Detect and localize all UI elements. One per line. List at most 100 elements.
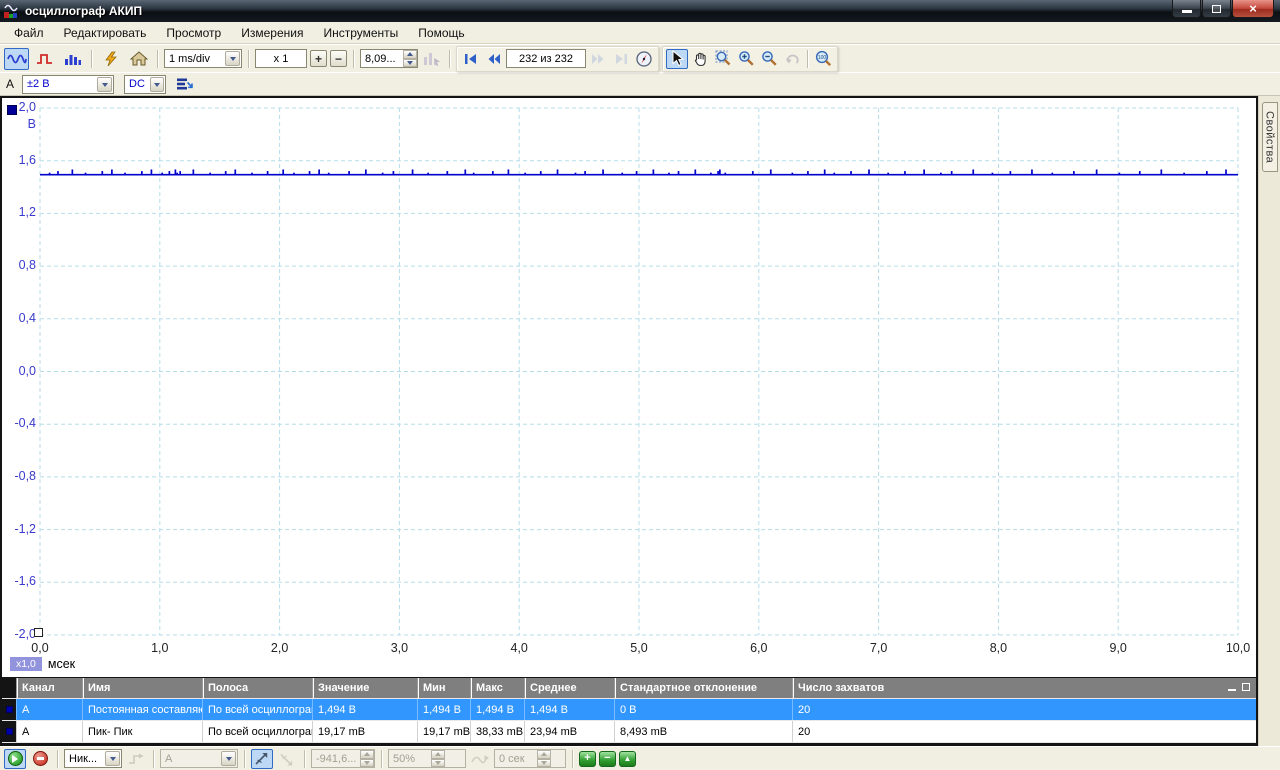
start-acquisition-button[interactable]: [4, 749, 26, 769]
measurement-row-dc[interactable]: A Постоянная составляющая По всей осцилл…: [2, 699, 1256, 721]
waveform-display[interactable]: 2,01,61,20,80,40,0-0,4-0,8-1,2-1,6-2,0 В…: [2, 98, 1256, 677]
combo-dropdown-button[interactable]: [105, 751, 120, 766]
row-marker: [2, 699, 16, 720]
y-tick-label: -1,2: [2, 522, 36, 536]
go-first-icon: [463, 52, 479, 66]
separator: [381, 750, 382, 768]
next-frame-button: [587, 49, 609, 69]
holdoff-value: 0 сек: [495, 750, 537, 767]
lightning-icon: [103, 51, 119, 67]
header-captures[interactable]: Число захватов: [792, 678, 1256, 698]
menu-edit[interactable]: Редактировать: [54, 24, 157, 42]
zoom-100-button[interactable]: 100: [812, 49, 834, 69]
autosetup-button[interactable]: [98, 48, 123, 70]
zoom-region-button[interactable]: [712, 49, 734, 69]
oscillogram-panel: 2,01,61,20,80,40,0-0,4-0,8-1,2-1,6-2,0 В…: [0, 96, 1258, 746]
down-arrow-icon: [407, 61, 413, 68]
header-max[interactable]: Макс: [470, 678, 524, 698]
timebase-combobox[interactable]: 1 ms/div: [164, 49, 242, 68]
combo-dropdown-button[interactable]: [150, 77, 164, 92]
header-min[interactable]: Мин: [417, 678, 470, 698]
close-icon: ×: [1249, 1, 1257, 16]
pointer-zoom-group: 100: [662, 46, 838, 72]
expand-measurements-button[interactable]: ▲: [619, 751, 636, 767]
zoom-factor-decrease-button[interactable]: −: [330, 50, 347, 67]
zoom-factor-increase-button[interactable]: +: [310, 50, 327, 67]
properties-tab[interactable]: Свойства: [1262, 102, 1278, 172]
cell-min: 19,17 mВ: [417, 721, 470, 742]
home-view-button[interactable]: [126, 48, 151, 70]
measurement-row-peak-peak[interactable]: A Пик- Пик По всей осциллограмме 19,17 m…: [2, 721, 1256, 743]
chevron-down-icon: [154, 83, 160, 90]
header-channel[interactable]: Канал: [16, 678, 82, 698]
trigger-level-spinner: -941,6...: [311, 749, 375, 768]
chevron-down-icon: [102, 83, 108, 90]
header-value[interactable]: Значение: [312, 678, 417, 698]
trigger-source-combobox: A: [160, 749, 238, 768]
add-measurement-button[interactable]: +: [579, 751, 596, 767]
combo-dropdown-button[interactable]: [97, 77, 112, 92]
level-up-button: [360, 750, 374, 759]
offset-down-button[interactable]: [403, 59, 417, 68]
x-tick-label: 6,0: [750, 641, 767, 655]
menu-view[interactable]: Просмотр: [156, 24, 231, 42]
separator: [572, 750, 573, 768]
header-std[interactable]: Стандартное отклонение: [614, 678, 792, 698]
offset-spinner[interactable]: 8,09...: [360, 49, 418, 68]
timebase-value: 1 ms/div: [165, 53, 224, 65]
play-icon: [8, 751, 23, 766]
trigger-mode-combobox[interactable]: Ник...: [64, 749, 122, 768]
stop-icon: [33, 751, 48, 766]
frame-position-field[interactable]: 232 из 232: [506, 49, 586, 68]
y-tick-label: -0,4: [2, 416, 36, 430]
restore-button[interactable]: [1202, 0, 1231, 18]
pulse-view-button[interactable]: [32, 48, 57, 70]
header-name[interactable]: Имя: [82, 678, 202, 698]
offset-up-button[interactable]: [403, 50, 417, 59]
select-tool-button[interactable]: [666, 49, 688, 69]
channel-options-button[interactable]: [174, 74, 196, 94]
main-toolbar: 1 ms/div x 1 + − 8,09...: [0, 44, 1280, 72]
zoom-factor-field[interactable]: x 1: [255, 49, 307, 68]
rising-edge-button[interactable]: [251, 749, 273, 769]
pan-tool-button[interactable]: [689, 49, 711, 69]
frame-position-value: 232 из 232: [519, 53, 573, 65]
first-frame-button[interactable]: [460, 49, 482, 69]
single-trigger-button: [125, 749, 147, 769]
origin-drag-handle[interactable]: [34, 628, 43, 637]
close-button[interactable]: ×: [1232, 0, 1274, 18]
remove-measurement-button[interactable]: −: [599, 751, 616, 767]
playback-dial-button[interactable]: [633, 49, 655, 69]
histogram-view-button[interactable]: [60, 48, 85, 70]
combo-dropdown-button[interactable]: [225, 51, 240, 66]
menu-measurements[interactable]: Измерения: [231, 24, 313, 42]
table-expand-icon[interactable]: [1242, 683, 1250, 691]
zoom-in-button[interactable]: [735, 49, 757, 69]
header-band[interactable]: Полоса: [202, 678, 312, 698]
separator: [449, 50, 450, 68]
cell-std: 8,493 mВ: [614, 721, 792, 742]
cell-channel: A: [16, 699, 82, 720]
waveform-view-button[interactable]: [4, 48, 29, 70]
minimize-button[interactable]: [1172, 0, 1201, 18]
menu-tools[interactable]: Инструменты: [313, 24, 408, 42]
last-frame-button: [610, 49, 632, 69]
compass-dial-icon: [635, 50, 653, 68]
zoom-out-button[interactable]: [758, 49, 780, 69]
menu-file[interactable]: Файл: [4, 24, 54, 42]
previous-frame-button[interactable]: [483, 49, 505, 69]
menu-help[interactable]: Помощь: [408, 24, 474, 42]
x-tick-label: 1,0: [151, 641, 168, 655]
y-tick-label: -2,0: [2, 627, 36, 641]
voltage-range-combobox[interactable]: ±2 В: [22, 75, 114, 94]
stop-acquisition-button[interactable]: [29, 749, 51, 769]
header-mean[interactable]: Среднее: [524, 678, 614, 698]
go-previous-icon: [486, 52, 502, 66]
cell-value: 1,494 В: [312, 699, 417, 720]
table-collapse-icon[interactable]: [1228, 689, 1236, 691]
zoom-undo-button: [781, 49, 803, 69]
coupling-combobox[interactable]: DC: [124, 75, 166, 94]
go-next-icon: [590, 52, 606, 66]
up-arrow-icon: [541, 749, 547, 756]
up-arrow-icon: [407, 49, 413, 56]
